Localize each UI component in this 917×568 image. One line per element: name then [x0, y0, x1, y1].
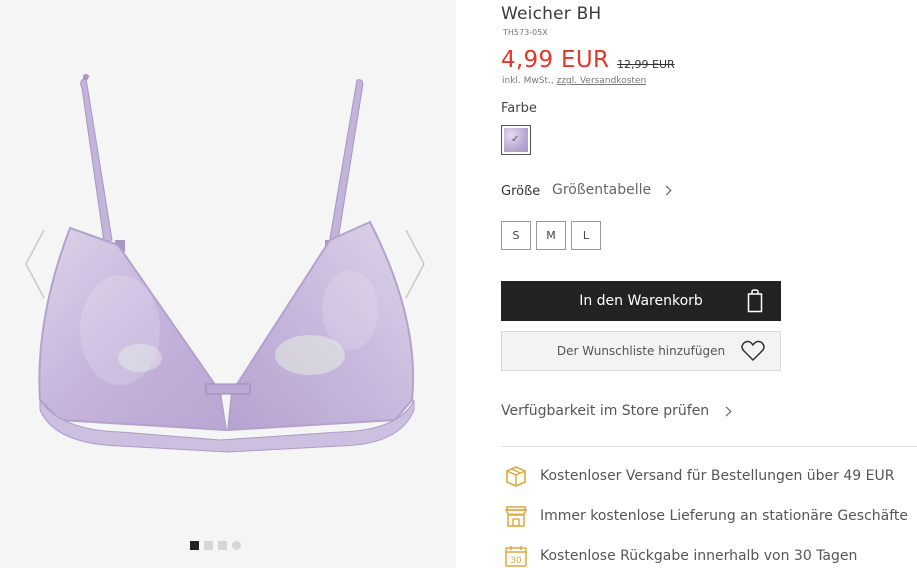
benefit-text: Immer kostenlose Lieferung an stationäre…: [540, 508, 909, 524]
product-image: [38, 73, 415, 453]
gallery-prev-arrow[interactable]: [22, 228, 48, 300]
size-guide-label: Größentabelle: [552, 182, 652, 198]
product-sku: TH573-05X: [503, 28, 548, 37]
old-price: 12,99 EUR: [617, 58, 675, 71]
store-icon: [504, 506, 528, 527]
gallery-dot-3[interactable]: [218, 541, 227, 550]
color-label: Farbe: [501, 101, 537, 116]
gallery-dot-1[interactable]: [190, 541, 199, 550]
store-availability-label: Verfügbarkeit im Store prüfen: [501, 403, 710, 419]
heart-icon: [741, 340, 765, 362]
size-guide-link[interactable]: Größentabelle: [552, 182, 672, 198]
benefit-text: Kostenloser Versand für Bestellungen übe…: [540, 468, 895, 484]
tax-prefix: inkl. MwSt.,: [502, 76, 557, 86]
size-label: Größe: [501, 184, 541, 199]
chevron-right-icon: [661, 185, 672, 195]
size-option-s[interactable]: S: [501, 221, 531, 250]
svg-text:30: 30: [510, 556, 522, 566]
color-swatch-lilac[interactable]: ✓: [501, 125, 531, 155]
gallery-dot-2[interactable]: [204, 541, 213, 550]
benefit-text: Kostenlose Rückgabe innerhalb von 30 Tag…: [540, 548, 858, 564]
gallery-next-arrow[interactable]: [402, 228, 428, 300]
size-options: S M L: [501, 221, 601, 250]
product-title: Weicher BH: [501, 4, 602, 24]
benefit-free-shipping: Kostenloser Versand für Bestellungen übe…: [504, 464, 894, 488]
size-option-m[interactable]: M: [536, 221, 566, 250]
gallery-dot-4[interactable]: [232, 541, 241, 550]
add-to-cart-label: In den Warenkorb: [579, 293, 703, 309]
gallery-dots: [190, 541, 241, 550]
shipping-box-icon: [506, 466, 526, 487]
calendar-30-icon: 30: [505, 546, 527, 567]
tax-note: inkl. MwSt., zzgl. Versandkosten: [502, 76, 646, 86]
add-to-wishlist-button[interactable]: Der Wunschliste hinzufügen: [501, 331, 781, 371]
product-gallery: [0, 0, 456, 568]
add-to-wishlist-label: Der Wunschliste hinzufügen: [556, 344, 726, 358]
divider: [501, 446, 917, 447]
store-availability-link[interactable]: Verfügbarkeit im Store prüfen: [501, 403, 732, 419]
size-option-l[interactable]: L: [571, 221, 601, 250]
shopping-bag-icon: [747, 289, 763, 313]
check-icon: ✓: [511, 134, 520, 145]
shipping-costs-link[interactable]: zzgl. Versandkosten: [557, 76, 647, 86]
current-price: 4,99 EUR: [501, 47, 610, 73]
chevron-right-icon: [721, 406, 732, 416]
swatch-fill: ✓: [504, 128, 528, 152]
benefit-store-delivery: Immer kostenlose Lieferung an stationäre…: [504, 504, 908, 528]
benefit-free-returns: 30 Kostenlose Rückgabe innerhalb von 30 …: [504, 544, 857, 568]
add-to-cart-button[interactable]: In den Warenkorb: [501, 281, 781, 321]
